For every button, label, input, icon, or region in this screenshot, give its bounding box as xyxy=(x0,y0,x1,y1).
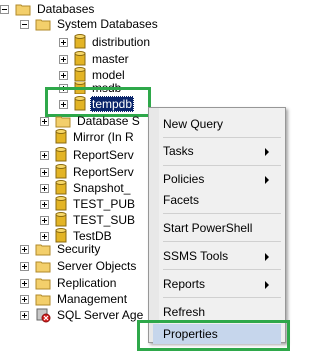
tree-node-label: tempdb xyxy=(90,96,135,112)
tree-node-label: Management xyxy=(57,292,128,306)
menu-separator xyxy=(163,137,281,138)
tree-node-sql-server-agent[interactable]: SQL Server Age xyxy=(20,306,145,324)
menu-item-label: Policies xyxy=(163,172,205,186)
submenu-arrow-icon xyxy=(265,148,269,156)
tree-node-security[interactable]: Security xyxy=(20,240,102,258)
tree-node-label: SQL Server Age xyxy=(57,308,144,322)
tree-node-label: Security xyxy=(57,242,101,256)
tree-node-label: TEST_SUB xyxy=(73,213,136,227)
menu-item-label: New Query xyxy=(163,117,224,131)
tree-node-label: TEST_PUB xyxy=(73,197,136,211)
expand-icon[interactable] xyxy=(59,70,68,80)
expand-icon[interactable] xyxy=(20,261,29,271)
tree-node-label: ReportServ xyxy=(73,165,134,179)
folder-icon xyxy=(35,259,51,273)
expand-icon[interactable] xyxy=(59,99,68,109)
menu-item-label: Start PowerShell xyxy=(163,221,253,235)
tree-node-label: msdb xyxy=(92,82,122,94)
tree-node-label: ReportServ xyxy=(73,148,134,162)
menu-item-label: Facets xyxy=(163,193,200,207)
tree-node-user-db[interactable]: Mirror (In R xyxy=(55,128,136,146)
expand-icon[interactable] xyxy=(40,215,49,225)
tree-node-user-db[interactable]: ReportServ xyxy=(40,146,136,164)
menu-item-new-query[interactable]: New Query xyxy=(163,114,281,134)
database-icon xyxy=(55,129,67,145)
folder-icon xyxy=(35,17,51,31)
folder-icon xyxy=(55,114,71,128)
database-icon xyxy=(74,34,86,50)
menu-item-label: Refresh xyxy=(163,305,206,319)
expand-icon[interactable] xyxy=(40,183,49,193)
tree-node-server-objects[interactable]: Server Objects xyxy=(20,257,138,275)
menu-separator xyxy=(163,165,281,166)
database-icon xyxy=(74,82,86,94)
sql-agent-stopped-icon xyxy=(35,307,51,323)
expand-icon[interactable] xyxy=(20,310,29,320)
menu-gutter xyxy=(149,108,159,342)
menu-item-policies[interactable]: Policies xyxy=(163,169,281,189)
menu-separator xyxy=(163,241,281,242)
menu-item-reports[interactable]: Reports xyxy=(163,274,281,294)
menu-separator xyxy=(163,322,281,323)
tree-node-label: Database S xyxy=(77,114,140,128)
tree-node-label: Replication xyxy=(57,276,117,290)
tree-node-tempdb[interactable]: tempdb xyxy=(59,95,135,113)
menu-item-label: Properties xyxy=(163,327,218,341)
database-icon xyxy=(55,164,67,180)
expand-icon[interactable] xyxy=(20,278,29,288)
folder-icon xyxy=(35,276,51,290)
expand-icon[interactable] xyxy=(40,199,49,209)
tree-node-label: Snapshot_ xyxy=(73,181,131,195)
expand-icon[interactable] xyxy=(59,83,68,93)
menu-item-facets[interactable]: Facets xyxy=(163,190,281,210)
tree-node-system-db[interactable]: distribution xyxy=(59,33,152,51)
expand-icon[interactable] xyxy=(40,150,49,160)
database-icon xyxy=(55,180,67,196)
tree-node-label: master xyxy=(92,52,129,66)
menu-item-refresh[interactable]: Refresh xyxy=(163,302,281,322)
menu-item-label: Tasks xyxy=(163,144,194,158)
database-icon xyxy=(74,96,86,112)
folder-icon xyxy=(15,2,31,16)
menu-separator xyxy=(163,297,281,298)
menu-item-tasks[interactable]: Tasks xyxy=(163,141,281,161)
database-icon xyxy=(55,147,67,163)
menu-separator xyxy=(163,269,281,270)
collapse-icon[interactable] xyxy=(20,19,29,29)
tree-node-label: Mirror (In R xyxy=(73,130,134,144)
database-icon xyxy=(55,196,67,212)
expand-icon[interactable] xyxy=(59,37,68,47)
collapse-icon[interactable] xyxy=(0,4,9,14)
menu-item-ssms-tools[interactable]: SSMS Tools xyxy=(163,246,281,266)
submenu-arrow-icon xyxy=(265,253,269,261)
context-menu: New Query Tasks Policies Facets Start Po… xyxy=(148,107,286,344)
expand-icon[interactable] xyxy=(59,54,68,64)
submenu-arrow-icon xyxy=(265,281,269,289)
tree-node-system-db[interactable]: msdb xyxy=(59,82,123,94)
folder-icon xyxy=(35,292,51,306)
tree-node-label: Server Objects xyxy=(57,259,137,273)
submenu-arrow-icon xyxy=(265,176,269,184)
menu-separator xyxy=(163,213,281,214)
database-icon xyxy=(74,51,86,67)
database-icon xyxy=(74,67,86,83)
expand-icon[interactable] xyxy=(40,116,49,126)
tree-node-label: distribution xyxy=(92,35,151,49)
menu-item-start-powershell[interactable]: Start PowerShell xyxy=(163,218,281,238)
expand-icon[interactable] xyxy=(40,167,49,177)
tree-node-system-databases[interactable]: System Databases xyxy=(20,15,160,33)
database-icon xyxy=(55,212,67,228)
tree-node-label: model xyxy=(92,68,125,82)
expand-icon[interactable] xyxy=(20,244,29,254)
menu-item-label: SSMS Tools xyxy=(163,249,229,263)
tree-node-label: System Databases xyxy=(57,17,158,31)
expand-icon[interactable] xyxy=(20,294,29,304)
folder-icon xyxy=(35,242,51,256)
menu-item-properties[interactable]: Properties xyxy=(153,324,281,344)
menu-item-label: Reports xyxy=(163,277,206,291)
